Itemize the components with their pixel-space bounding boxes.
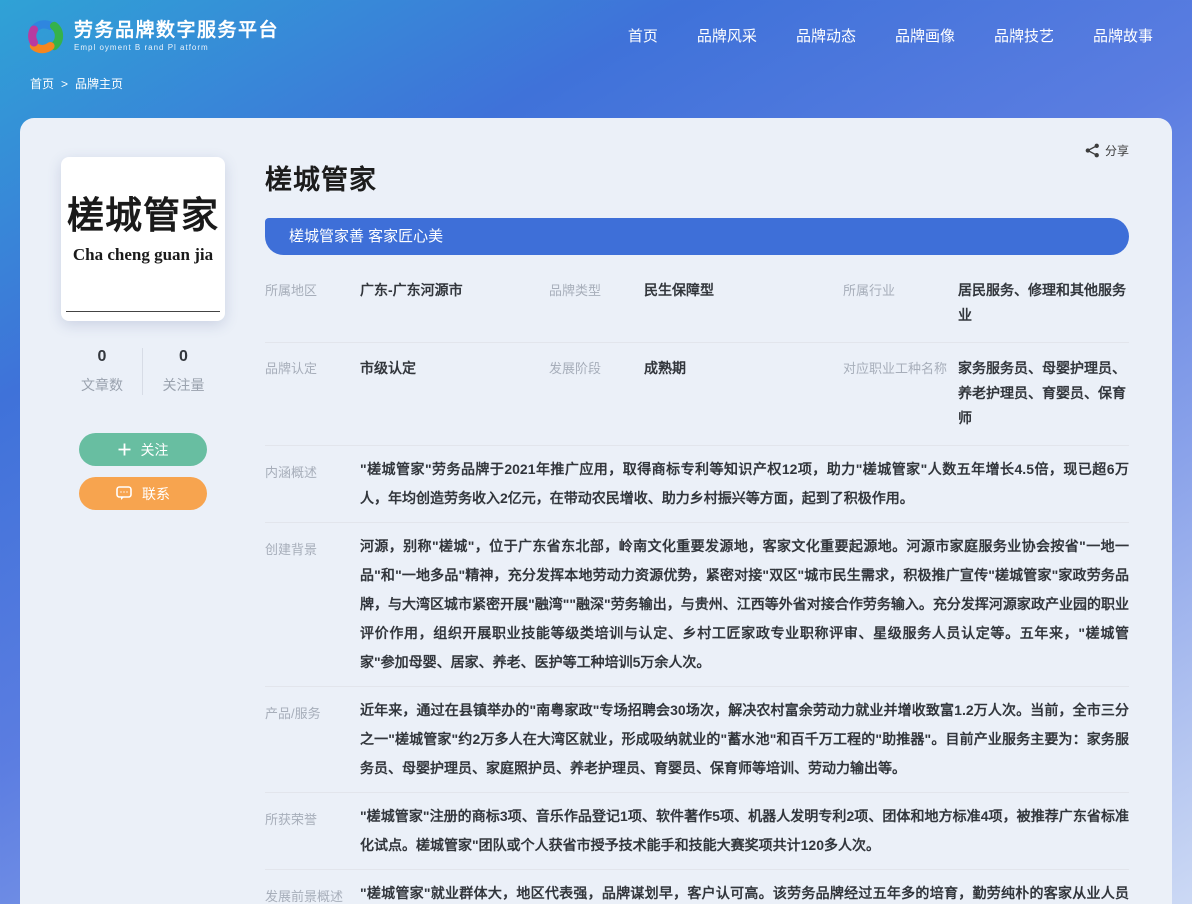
platform-logo[interactable]: 劳务品牌数字服务平台 Empl oyment B rand Pl atform — [22, 14, 279, 58]
stat-followers-label: 关注量 — [143, 375, 224, 395]
stat-articles: 0 文章数 — [62, 348, 143, 395]
breadcrumb: 首页 > 品牌主页 — [0, 62, 1192, 92]
info-industry-value: 居民服务、修理和其他服务业 — [958, 278, 1129, 328]
section-prospects-text: "槎城管家"就业群体大，地区代表强，品牌谋划早，客户认可高。该劳务品牌经过五年多… — [360, 879, 1129, 904]
brand-profile-panel: 槎城管家 Cha cheng guan jia 0 文章数 0 关注量 关注 — [20, 118, 266, 510]
brand-stats: 0 文章数 0 关注量 — [62, 348, 224, 395]
contact-button-label: 联系 — [142, 484, 170, 504]
stat-articles-count: 0 — [62, 348, 142, 366]
breadcrumb-separator: > — [61, 77, 68, 91]
info-stage-value: 成熟期 — [644, 356, 688, 431]
platform-title: 劳务品牌数字服务平台 — [74, 19, 279, 43]
platform-subtitle: Empl oyment B rand Pl atform — [74, 43, 279, 52]
info-brand-type: 品牌类型 民生保障型 — [549, 278, 843, 328]
follow-button-label: 关注 — [141, 440, 169, 460]
plus-icon — [118, 443, 131, 456]
platform-logo-icon — [22, 14, 66, 58]
info-industry-label: 所属行业 — [843, 278, 958, 328]
info-brand-type-value: 民生保障型 — [644, 278, 716, 328]
section-connotation: 内涵概述 "槎城管家"劳务品牌于2021年推广应用，取得商标专利等知识产权12项… — [265, 446, 1129, 523]
section-honors: 所获荣誉 "槎城管家"注册的商标3项、音乐作品登记1项、软件著作5项、机器人发明… — [265, 793, 1129, 870]
info-occupations: 对应职业工种名称 家务服务员、母婴护理员、养老护理员、育婴员、保育师 — [843, 356, 1129, 431]
brand-logo-chinese: 槎城管家 — [67, 185, 219, 239]
section-prospects-label: 发展前景概述 — [265, 879, 360, 904]
section-connotation-text: "槎城管家"劳务品牌于2021年推广应用，取得商标专利等知识产权12项，助力"槎… — [360, 455, 1129, 513]
info-certification-label: 品牌认定 — [265, 356, 360, 431]
follow-button[interactable]: 关注 — [79, 433, 207, 466]
stat-articles-label: 文章数 — [62, 375, 142, 395]
brand-slogan-banner: 槎城管家善 客家匠心美 — [265, 218, 1129, 255]
brand-logo-image: 槎城管家 Cha cheng guan jia — [61, 157, 225, 321]
section-products: 产品/服务 近年来，通过在县镇举办的"南粤家政"专场招聘会30场次，解决农村富余… — [265, 687, 1129, 793]
info-occupations-value: 家务服务员、母婴护理员、养老护理员、育婴员、保育师 — [958, 356, 1129, 431]
main-nav: 首页 品牌风采 品牌动态 品牌画像 品牌技艺 品牌故事 — [628, 25, 1162, 46]
section-products-text: 近年来，通过在县镇举办的"南粤家政"专场招聘会30场次，解决农村富余劳动力就业并… — [360, 696, 1129, 783]
section-prospects: 发展前景概述 "槎城管家"就业群体大，地区代表强，品牌谋划早，客户认可高。该劳务… — [265, 870, 1129, 904]
brand-logo-underline — [66, 311, 220, 312]
brand-detail-card: 槎城管家 Cha cheng guan jia 0 文章数 0 关注量 关注 — [20, 118, 1172, 904]
section-honors-label: 所获荣誉 — [265, 802, 360, 860]
contact-button[interactable]: 联系 — [79, 477, 207, 510]
info-row: 品牌认定 市级认定 发展阶段 成熟期 对应职业工种名称 家务服务员、母婴护理员、… — [265, 343, 1129, 446]
section-products-label: 产品/服务 — [265, 696, 360, 783]
top-bar: 劳务品牌数字服务平台 Empl oyment B rand Pl atform … — [0, 0, 1192, 62]
section-connotation-label: 内涵概述 — [265, 455, 360, 513]
info-region-value: 广东-广东河源市 — [360, 278, 465, 328]
section-background: 创建背景 河源，别称"槎城"，位于广东省东北部，岭南文化重要发源地，客家文化重要… — [265, 523, 1129, 687]
info-row: 所属地区 广东-广东河源市 品牌类型 民生保障型 所属行业 居民服务、修理和其他… — [265, 265, 1129, 343]
section-background-text: 河源，别称"槎城"，位于广东省东北部，岭南文化重要发源地，客家文化重要起源地。河… — [360, 532, 1129, 677]
nav-brand-story[interactable]: 品牌故事 — [1093, 25, 1153, 46]
info-region: 所属地区 广东-广东河源市 — [265, 278, 549, 328]
stat-followers: 0 关注量 — [143, 348, 224, 395]
breadcrumb-current: 品牌主页 — [75, 75, 123, 92]
info-certification-value: 市级认定 — [360, 356, 418, 431]
nav-brand-news[interactable]: 品牌动态 — [796, 25, 856, 46]
info-occupations-label: 对应职业工种名称 — [843, 356, 958, 431]
info-region-label: 所属地区 — [265, 278, 360, 328]
nav-brand-style[interactable]: 品牌风采 — [697, 25, 757, 46]
chat-icon — [116, 486, 132, 501]
brand-main-content: 槎城管家 槎城管家善 客家匠心美 所属地区 广东-广东河源市 品牌类型 民生保障… — [265, 118, 1129, 904]
info-stage: 发展阶段 成熟期 — [549, 356, 843, 431]
brand-info-grid: 所属地区 广东-广东河源市 品牌类型 民生保障型 所属行业 居民服务、修理和其他… — [265, 265, 1129, 446]
nav-brand-skill[interactable]: 品牌技艺 — [994, 25, 1054, 46]
brand-logo-pinyin: Cha cheng guan jia — [73, 245, 213, 265]
platform-logo-text: 劳务品牌数字服务平台 Empl oyment B rand Pl atform — [74, 19, 279, 52]
info-certification: 品牌认定 市级认定 — [265, 356, 549, 431]
breadcrumb-home[interactable]: 首页 — [30, 75, 54, 92]
section-honors-text: "槎城管家"注册的商标3项、音乐作品登记1项、软件著作5项、机器人发明专利2项、… — [360, 802, 1129, 860]
stat-followers-count: 0 — [143, 348, 224, 366]
info-industry: 所属行业 居民服务、修理和其他服务业 — [843, 278, 1129, 328]
info-brand-type-label: 品牌类型 — [549, 278, 644, 328]
brand-name-title: 槎城管家 — [265, 158, 1129, 197]
nav-brand-profile[interactable]: 品牌画像 — [895, 25, 955, 46]
section-background-label: 创建背景 — [265, 532, 360, 677]
info-stage-label: 发展阶段 — [549, 356, 644, 431]
nav-home[interactable]: 首页 — [628, 25, 658, 46]
